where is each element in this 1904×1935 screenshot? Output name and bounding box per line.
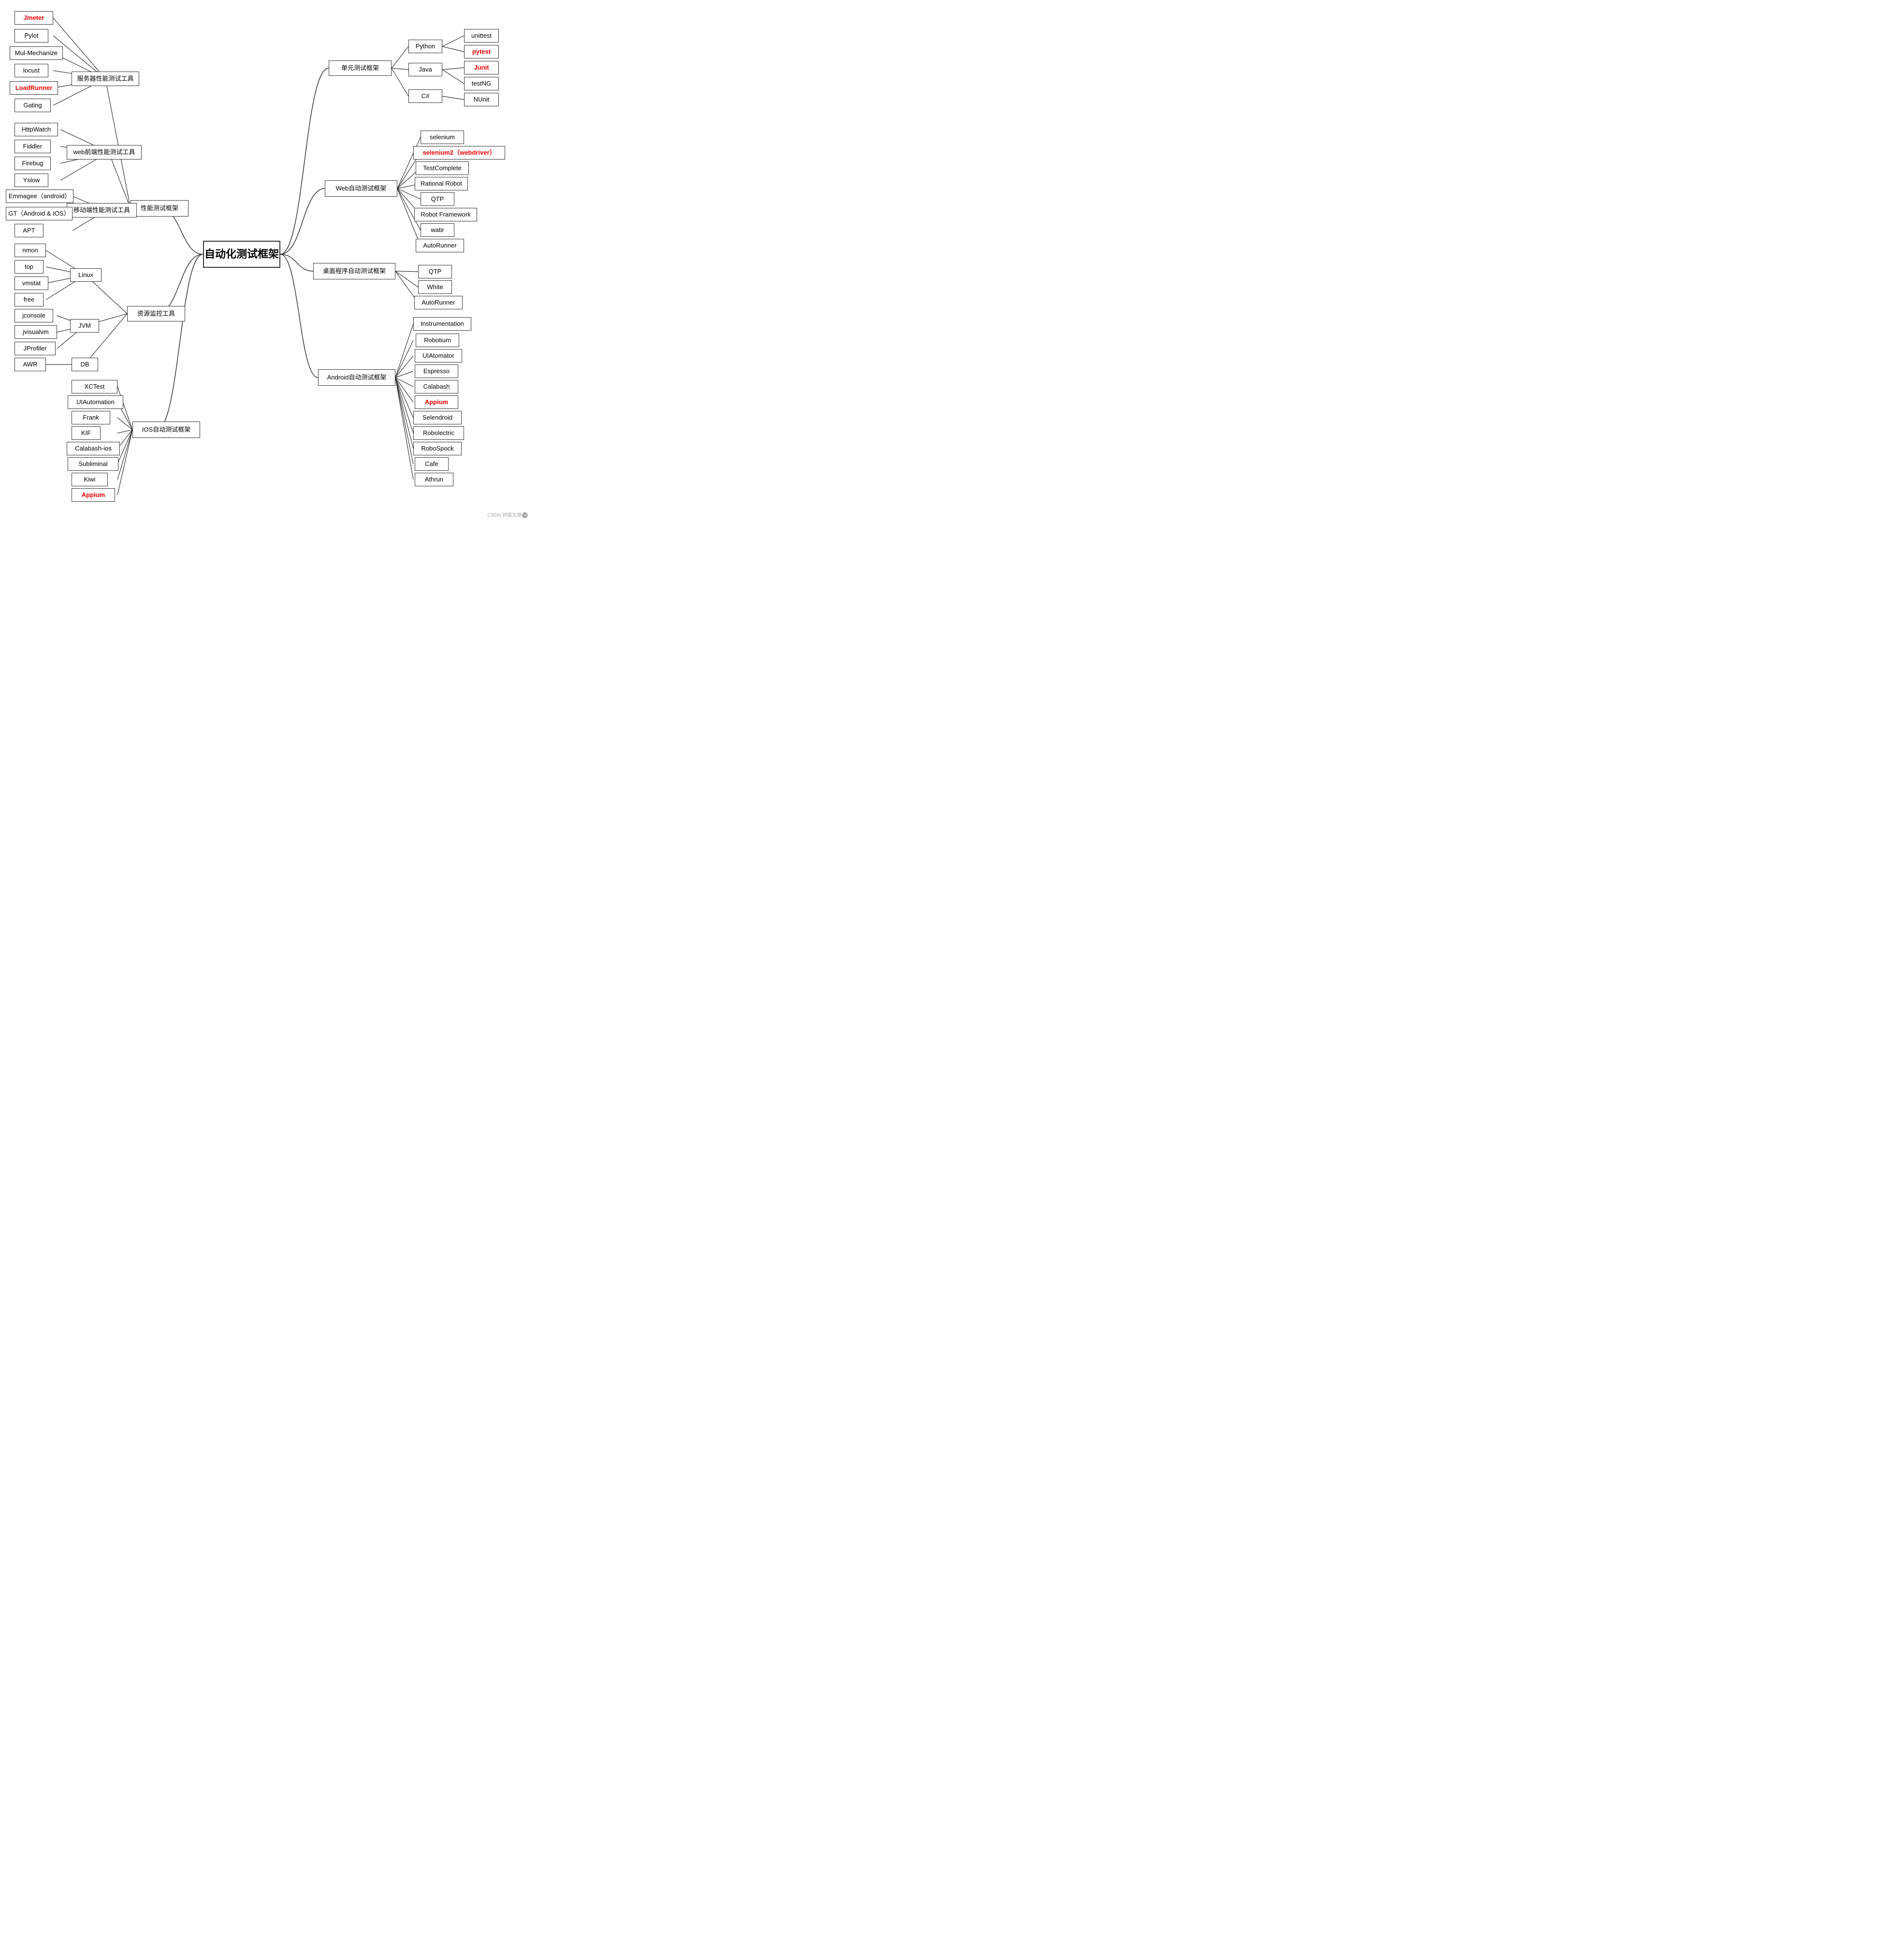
node-httpwatch: HttpWatch [15,123,58,136]
branch-desktop-label: 桌面程序自动测试框架 [323,267,386,276]
center-label: 自动化测试框架 [204,247,279,262]
node-qtp-desktop: QTP [418,265,452,278]
node-instrumentation: Instrumentation [413,317,471,331]
node-rational-robot: Rational Robot [415,177,468,190]
node-appium-ios: Appium [72,488,115,502]
node-selenium: selenium [421,131,464,144]
node-free: free [15,293,44,306]
node-espresso: Espresso [415,364,458,378]
node-cafe: Cafe [415,457,449,471]
node-autorunner-desktop: AutoRunner [414,296,463,309]
node-server-perf-label: 服务器性能测试工具 [72,72,139,86]
branch-web-label: Web自动测试框架 [336,185,387,193]
node-python: Python [408,40,442,53]
node-yslow: Yslow [15,174,48,187]
node-selenium2: selenium2（webdriver） [413,146,505,160]
node-white: White [418,280,452,294]
branch-ios: IOS自动测试框架 [132,422,200,438]
node-csharp: C# [408,89,442,103]
node-robospock: RoboSpock [413,442,462,455]
node-apt: APT [15,224,44,237]
node-appium-android: Appium [415,395,458,409]
node-robot-fw: Robot Framework [414,208,477,221]
node-loadrunner: LoadRunner [10,81,58,95]
node-web-frontend-perf: web前端性能测试工具 [67,145,142,160]
node-calabash-ios: Calabash-ios [67,442,120,455]
node-java: Java [408,63,442,76]
branch-desktop: 桌面程序自动测试框架 [313,263,395,279]
node-selendroid: Selendroid [413,411,462,424]
node-awr: AWR [15,358,46,371]
node-locust: locust [15,64,48,77]
node-jmeter: Jmeter [15,11,53,25]
node-frank: Frank [72,411,110,424]
branch-unit-label: 单元测试框架 [341,64,379,73]
node-autorunner-web: AutoRunner [416,239,464,252]
node-gt: GT（Android & IOS） [6,207,73,220]
node-jvm: JVM [70,319,99,333]
node-robotium: Robotium [416,334,459,347]
branch-resource: 资源监控工具 [127,306,185,321]
node-athrun: Athrun [415,473,453,486]
node-mul-mech: Mul-Mechanize [10,46,63,60]
node-kiwi: Kiwi [72,473,108,486]
node-kif: KIF [72,426,101,440]
node-calabash: Calabash [415,380,458,393]
node-junit: Junit [464,61,499,74]
node-nunit: NUnit [464,93,499,106]
node-unittest: unittest [464,29,499,43]
node-uiatomator: UIAtomator [415,349,462,363]
node-testcomplete: TestComplete [416,161,469,175]
watermark: CSDN 转载文章©️ [487,511,528,518]
branch-perf-label: 性能测试框架 [141,204,178,213]
branch-unit: 单元测试框架 [329,60,392,76]
node-xctest: XCTest [72,380,117,393]
node-mobile-perf: 移动端性能测试工具 [67,203,137,218]
branch-ios-label: IOS自动测试框架 [142,426,190,434]
node-firebug: Firebug [15,157,51,170]
node-nmon: nmon [15,244,46,257]
node-testng: testNG [464,77,499,90]
branch-resource-label: 资源监控工具 [137,310,175,318]
node-jconsole: jconsole [15,309,53,322]
mind-map: 自动化测试框架 单元测试框架 Python unittest pytest Ja… [0,0,532,522]
node-pylot: Pylot [15,29,48,43]
node-fiddler: Fiddler [15,140,51,153]
branch-web: Web自动测试框架 [325,180,397,197]
node-pytest: pytest [464,45,499,58]
node-gating: Gating [15,99,51,112]
node-watir: watir [421,223,454,237]
node-subliminal: Subliminal [68,457,118,471]
node-jprofiler: JProfiler [15,342,56,355]
branch-android-label: Android自动测试框架 [327,374,387,382]
node-robolectric: Robolectric [413,426,464,440]
node-emmagee: Emmagee（android） [6,189,73,203]
branch-perf: 性能测试框架 [131,200,189,217]
branch-android: Android自动测试框架 [318,369,395,386]
node-top: top [15,260,44,274]
node-db: DB [72,358,98,371]
node-linux: Linux [70,268,102,282]
node-vmstat: vmstat [15,276,48,290]
center-node: 自动化测试框架 [203,241,280,268]
node-jvisualvm: jvisualvm [15,325,57,339]
node-uiautomation: UIAutomation [68,395,123,409]
node-qtp-web: QTP [421,192,454,206]
